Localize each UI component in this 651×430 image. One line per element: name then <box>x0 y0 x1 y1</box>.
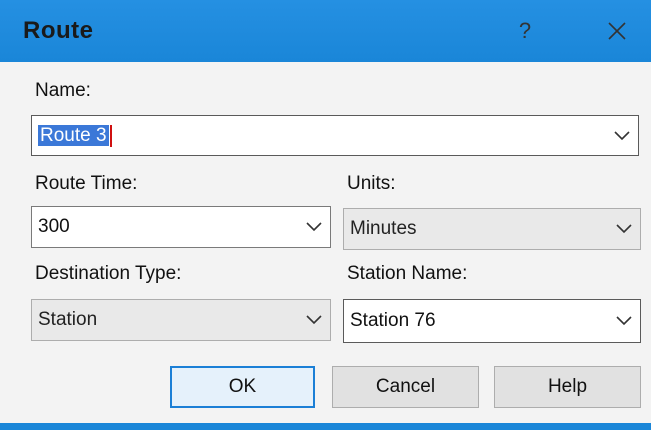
text-caret <box>109 124 112 147</box>
cancel-button-label: Cancel <box>375 376 436 397</box>
name-input[interactable]: Route 3 <box>38 125 109 146</box>
destination-type-value: Station <box>38 309 98 330</box>
close-icon <box>608 22 626 40</box>
help-button-label: Help <box>547 376 588 397</box>
destination-type-label: Destination Type: <box>35 263 182 284</box>
units-value: Minutes <box>350 218 417 239</box>
name-combobox[interactable]: Route 3 <box>31 115 639 156</box>
help-button[interactable]: Help <box>494 366 641 408</box>
title-bar[interactable]: Route ? <box>0 0 651 62</box>
chevron-down-icon[interactable] <box>306 315 322 325</box>
chevron-down-icon[interactable] <box>616 316 632 326</box>
route-time-combobox[interactable]: 300 <box>31 206 331 248</box>
chevron-down-icon[interactable] <box>614 130 630 141</box>
window-title: Route <box>23 17 94 44</box>
name-label: Name: <box>35 80 91 101</box>
chevron-down-icon[interactable] <box>616 224 632 234</box>
close-button[interactable] <box>598 12 636 50</box>
question-mark-icon: ? <box>518 18 532 43</box>
destination-type-combobox[interactable]: Station <box>31 299 331 341</box>
ok-button-label: OK <box>228 376 257 397</box>
window-bottom-border <box>0 423 651 430</box>
cancel-button[interactable]: Cancel <box>332 366 479 408</box>
station-name-combobox[interactable]: Station 76 <box>343 299 641 343</box>
ok-button[interactable]: OK <box>170 366 315 408</box>
units-label: Units: <box>347 173 396 194</box>
chevron-down-icon[interactable] <box>306 222 322 232</box>
route-time-label: Route Time: <box>35 173 138 194</box>
station-name-value: Station 76 <box>350 310 436 331</box>
route-dialog: Route ? Name: Route 3 Route Time: 300 Un… <box>0 0 651 430</box>
station-name-label: Station Name: <box>347 263 468 284</box>
units-combobox[interactable]: Minutes <box>343 208 641 250</box>
title-help-button[interactable]: ? <box>510 12 540 50</box>
route-time-value: 300 <box>38 216 70 237</box>
